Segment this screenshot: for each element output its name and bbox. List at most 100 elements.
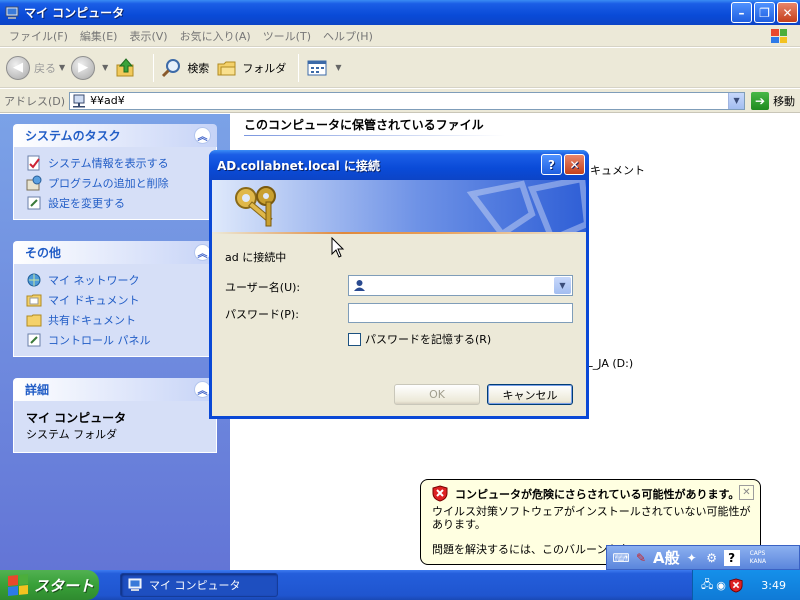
menu-tools[interactable]: ツール(T) — [258, 28, 316, 44]
remember-password-label: パスワードを記憶する(R) — [365, 333, 492, 346]
collapse-icon[interactable]: ︽ — [194, 127, 211, 144]
password-input[interactable] — [348, 303, 573, 323]
folder-icon — [26, 294, 42, 307]
up-folder-icon — [114, 56, 138, 80]
task-add-remove-programs[interactable]: プログラムの追加と削除 — [26, 173, 206, 193]
details-type: システム フォルダ — [26, 428, 118, 441]
dialog-body: ad に接続中 ユーザー名(U): ▼ パスワード(P): パスワードを記憶する… — [212, 234, 586, 416]
other-places-title: その他 — [25, 246, 62, 260]
dialog-titlebar[interactable]: AD.collabnet.local に接続 ? ✕ — [209, 150, 589, 180]
address-dropdown-icon[interactable]: ▼ — [728, 92, 745, 109]
dialog-close-button[interactable]: ✕ — [564, 154, 585, 175]
place-my-documents[interactable]: マイ ドキュメント — [26, 290, 206, 310]
system-tasks-box: システムのタスク ︽ システム情報を表示する プログラムの追加と削除 設定を変更… — [13, 124, 217, 220]
views-button[interactable]: ▼ — [305, 56, 341, 80]
partial-item-label[interactable]: キュメント — [590, 162, 645, 178]
checkbox-box[interactable] — [348, 332, 361, 346]
computer-icon — [128, 578, 142, 591]
place-control-panel[interactable]: コントロール パネル — [26, 330, 206, 350]
task-change-settings[interactable]: 設定を変更する — [26, 193, 206, 213]
username-combobox[interactable]: ▼ — [348, 275, 573, 296]
help-icon[interactable]: ? — [723, 549, 740, 566]
ime-mode-icon[interactable]: ✎ — [633, 550, 649, 566]
ime-pad-icon[interactable]: ✦ — [684, 550, 700, 566]
menu-bar: ファイル(F) 編集(E) 表示(V) お気に入り(A) ツール(T) ヘルプ(… — [0, 25, 800, 47]
keys-icon — [235, 186, 276, 227]
views-icon — [305, 56, 329, 80]
language-bar: ⌨ ✎ A般 ✦ ⚙ ? CAPS KANA — [606, 545, 800, 570]
window-title: マイ コンピュータ — [24, 6, 125, 20]
chevron-down-icon: ▼ — [102, 63, 109, 72]
network-drive-icon — [72, 94, 86, 108]
clock[interactable]: 3:49 — [761, 579, 786, 592]
search-label: 検索 — [187, 61, 210, 75]
chevron-down-icon: ▼ — [335, 63, 342, 72]
back-arrow-icon: ◀ — [6, 55, 30, 80]
balloon-close-button[interactable]: ✕ — [739, 485, 754, 500]
username-label: ユーザー名(U): — [225, 281, 301, 294]
volume-tray-icon[interactable]: ◉ — [716, 579, 726, 592]
taskbar-item-my-computer[interactable]: マイ コンピュータ — [120, 573, 278, 597]
system-tray: 🖧 ◉ 3:49 — [692, 570, 800, 600]
mouse-cursor-icon — [331, 237, 345, 258]
taskbar: スタート マイ コンピュータ 🖧 ◉ 3:49 — [0, 570, 800, 600]
kana-label: KANA — [749, 557, 767, 565]
connect-dialog: AD.collabnet.local に接続 ? ✕ ad に接続中 ユーザー名… — [209, 150, 589, 419]
network-tray-icon[interactable]: 🖧 — [701, 576, 713, 595]
security-shield-icon — [432, 485, 448, 502]
taskbar-item-label: マイ コンピュータ — [149, 579, 241, 592]
input-mode-indicator[interactable]: A般 — [653, 547, 680, 568]
menu-edit[interactable]: 編集(E) — [75, 28, 123, 44]
task-view-system-info[interactable]: システム情報を表示する — [26, 153, 206, 173]
username-dropdown-icon[interactable]: ▼ — [554, 277, 571, 294]
chevron-down-icon: ▼ — [59, 63, 66, 72]
security-alert-tray-icon[interactable] — [729, 577, 743, 593]
start-button[interactable]: スタート — [0, 570, 99, 600]
search-button[interactable]: 検索 — [160, 56, 209, 80]
task-pane: システムのタスク ︽ システム情報を表示する プログラムの追加と削除 設定を変更… — [0, 114, 230, 570]
task-label: プログラムの追加と削除 — [48, 177, 169, 190]
menu-view[interactable]: 表示(V) — [124, 28, 172, 44]
toolbar-separator — [298, 53, 300, 82]
menu-help[interactable]: ヘルプ(H) — [318, 28, 378, 44]
password-label: パスワード(P): — [225, 308, 299, 321]
task-label: 設定を変更する — [48, 197, 125, 210]
tools-icon[interactable]: ⚙ — [704, 550, 720, 566]
place-shared-documents[interactable]: 共有ドキュメント — [26, 310, 206, 330]
place-my-network[interactable]: マイ ネットワーク — [26, 270, 206, 290]
close-button[interactable]: ✕ — [777, 2, 798, 23]
remember-password-checkbox[interactable]: パスワードを記憶する(R) — [348, 331, 491, 347]
go-arrow-icon: ➔ — [751, 91, 770, 110]
address-input[interactable]: ¥¥ad¥ ▼ — [69, 91, 746, 110]
folders-label: フォルダ — [242, 61, 287, 75]
restore-button[interactable]: ❐ — [754, 2, 775, 23]
details-header[interactable]: 詳細 ︽ — [13, 378, 217, 401]
ok-button[interactable]: OK — [394, 384, 480, 405]
toolbar: ◀ 戻る ▼ ▶ ▼ 検索 フォルダ ▼ — [0, 48, 800, 88]
window-titlebar[interactable]: マイ コンピュータ – ❐ ✕ — [0, 0, 800, 25]
search-icon — [160, 56, 184, 80]
menu-file[interactable]: ファイル(F) — [4, 28, 73, 44]
system-tasks-header[interactable]: システムのタスク ︽ — [13, 124, 217, 147]
start-label: スタート — [34, 576, 95, 595]
back-label: 戻る — [34, 61, 56, 75]
folders-button[interactable]: フォルダ — [215, 56, 286, 80]
menu-favorites[interactable]: お気に入り(A) — [175, 28, 256, 44]
place-label: コントロール パネル — [48, 334, 151, 347]
caps-label: CAPS — [749, 549, 766, 557]
cancel-button[interactable]: キャンセル — [487, 384, 573, 405]
add-remove-programs-icon — [26, 175, 42, 191]
go-button[interactable]: ➔ 移動 — [751, 91, 795, 110]
dialog-banner — [212, 180, 586, 234]
back-button[interactable]: ◀ 戻る ▼ — [6, 55, 66, 80]
other-places-header[interactable]: その他 ︽ — [13, 241, 217, 264]
user-icon — [354, 280, 365, 291]
up-folder-button[interactable] — [114, 56, 141, 80]
minimize-button[interactable]: – — [731, 2, 752, 23]
keyboard-icon[interactable]: ⌨ — [612, 550, 629, 566]
balloon-message: ウイルス対策ソフトウェアがインストールされていない可能性があります。 — [432, 505, 751, 531]
forward-button[interactable]: ▶ ▼ — [71, 55, 109, 80]
network-icon — [27, 273, 41, 287]
balloon-message-2: 問題を解決するには、このバルーンをク — [432, 543, 630, 556]
help-button[interactable]: ? — [541, 154, 562, 175]
